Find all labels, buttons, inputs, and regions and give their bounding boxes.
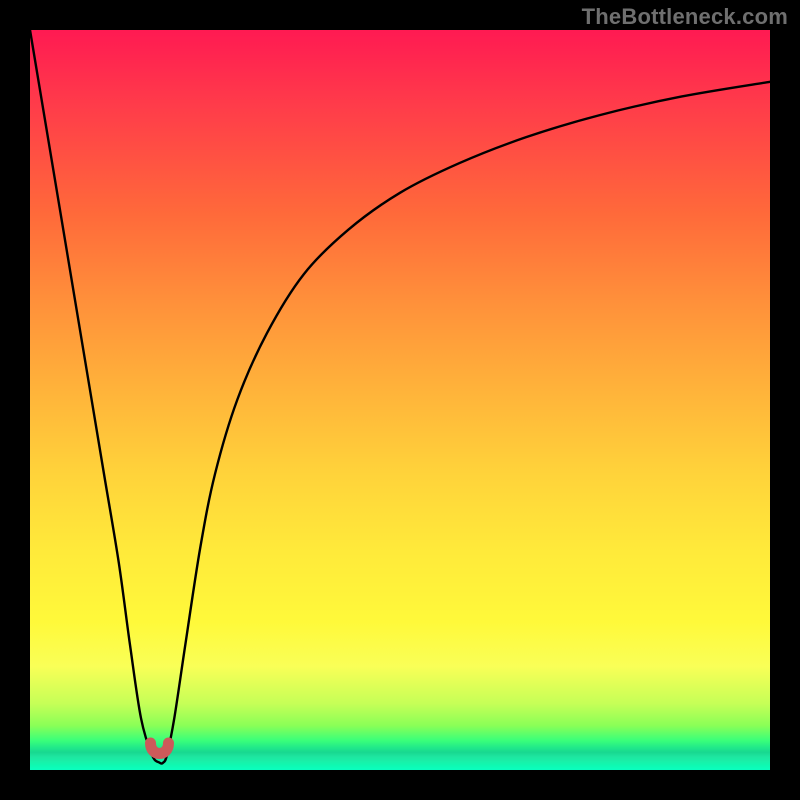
curve-path xyxy=(30,30,770,764)
plot-area xyxy=(30,30,770,770)
chart-svg xyxy=(30,30,770,770)
minimum-marker xyxy=(151,743,169,754)
bottleneck-curve xyxy=(30,30,770,764)
chart-frame: TheBottleneck.com xyxy=(0,0,800,800)
minimum-marker-path xyxy=(151,743,169,754)
watermark-text: TheBottleneck.com xyxy=(582,4,788,30)
